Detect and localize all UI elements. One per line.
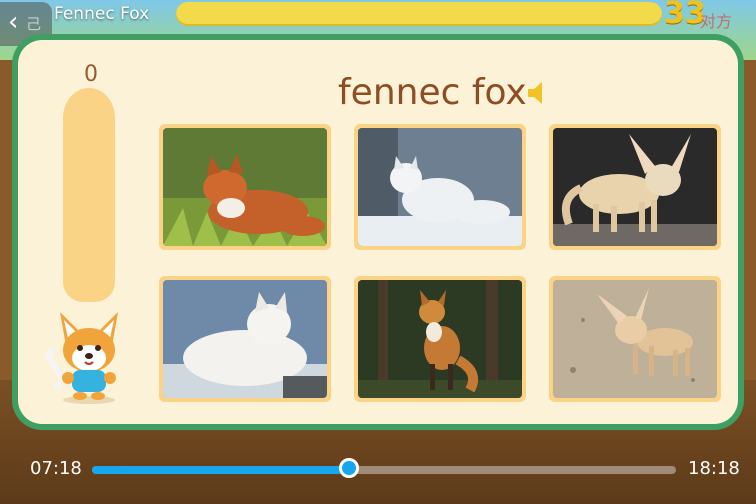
quiz-card-inner: 0 fennec fox	[18, 40, 738, 424]
fennec-fox-standing-image	[553, 128, 717, 246]
quiz-card: 0 fennec fox	[12, 34, 744, 430]
score-meter	[63, 88, 115, 302]
score-progress-bar	[176, 2, 662, 26]
choice-grid	[159, 124, 725, 406]
choice-fennec-fox-standing[interactable]	[549, 124, 721, 250]
current-time: 07:18	[30, 458, 82, 479]
fennec-fox-sand-image	[553, 280, 717, 398]
choice-arctic-fox-snow[interactable]	[354, 124, 526, 250]
top-bar: ‹ 己方 Fennec Fox 33 对方	[0, 0, 756, 77]
choice-red-fox-forest[interactable]	[354, 276, 526, 402]
choice-fennec-fox-sand[interactable]	[549, 276, 721, 402]
choice-arctic-fox-resting[interactable]	[159, 276, 331, 402]
arctic-fox-snow-image	[358, 128, 522, 246]
video-progress-fill	[92, 466, 349, 474]
arctic-fox-resting-image	[163, 280, 327, 398]
page-title: Fennec Fox	[54, 4, 150, 24]
back-icon: ‹	[8, 7, 19, 37]
video-progress-track[interactable]	[92, 458, 676, 478]
target-word: fennec fox	[338, 72, 527, 113]
corgi-mascot-icon	[45, 312, 118, 404]
seek-handle[interactable]	[338, 458, 359, 478]
red-fox-forest-image	[358, 280, 522, 398]
red-fox-lying-image	[163, 128, 327, 246]
choice-red-fox-lying[interactable]	[159, 124, 331, 250]
player-score: 0	[84, 62, 98, 87]
total-time: 18:18	[688, 458, 740, 479]
speaker-icon[interactable]	[524, 78, 554, 108]
